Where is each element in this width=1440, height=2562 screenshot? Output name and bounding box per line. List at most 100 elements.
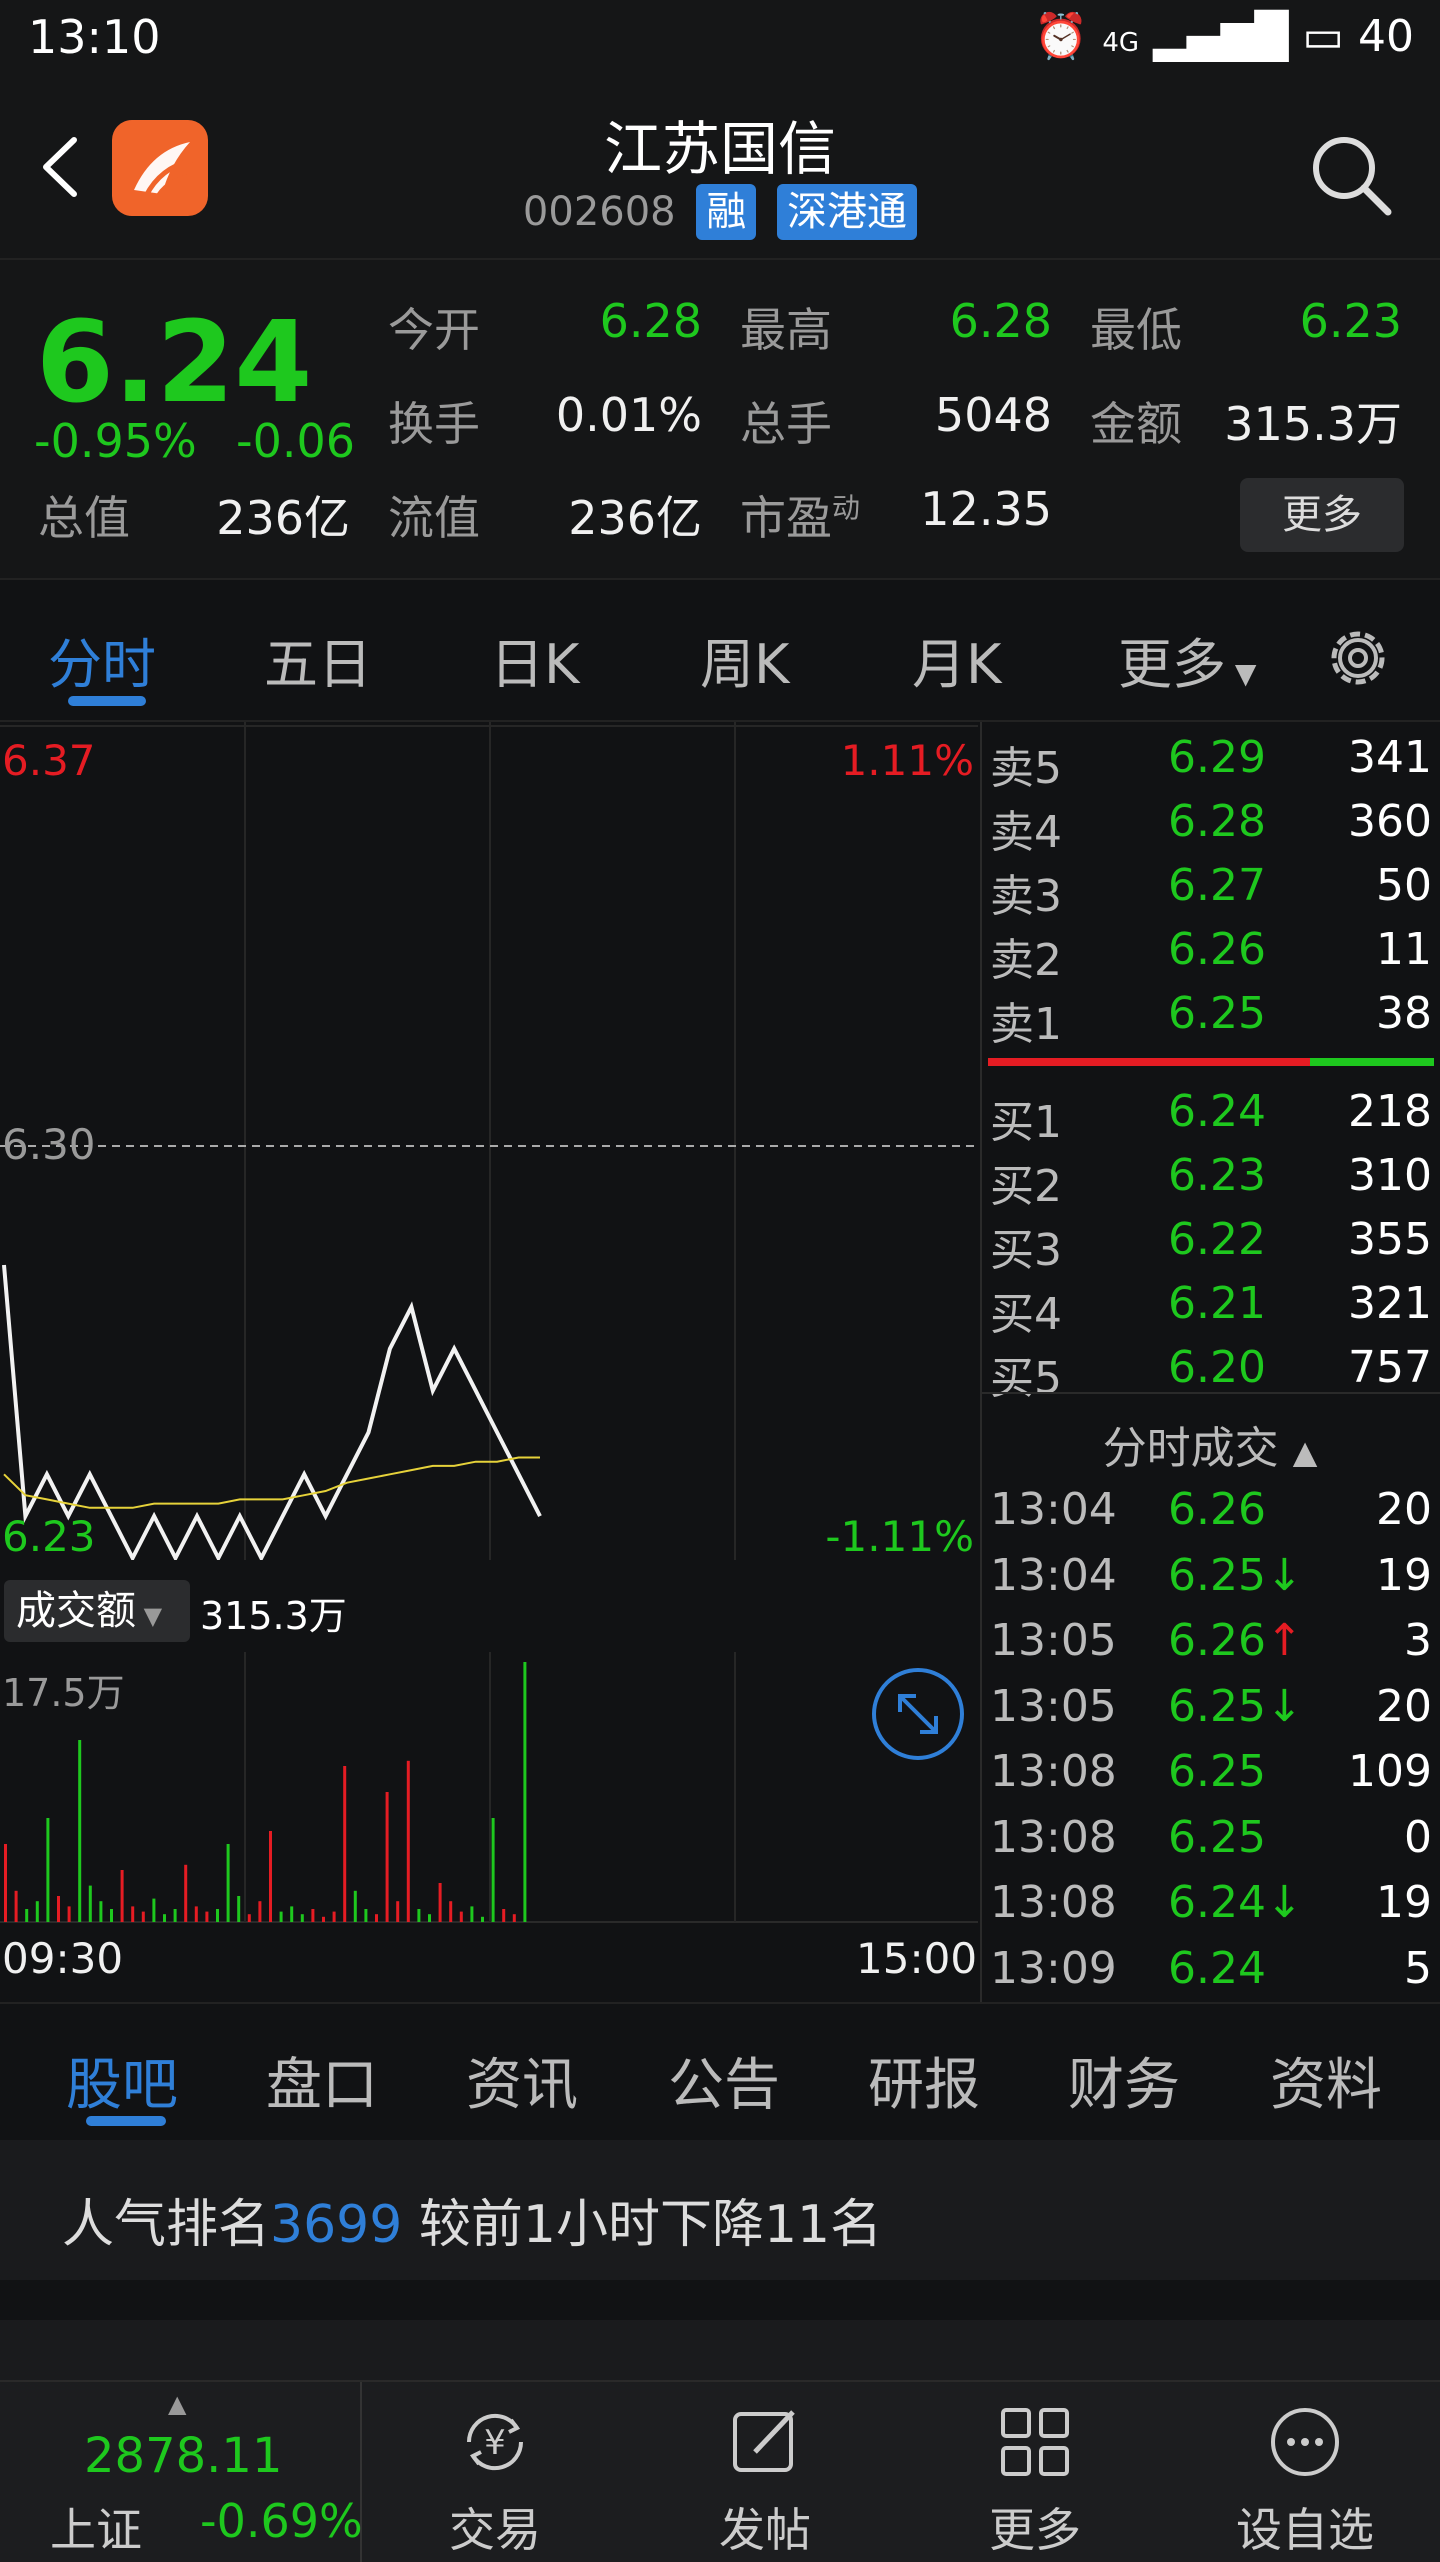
tab-profile[interactable]: 资料 xyxy=(1270,2040,1382,2121)
tab-more-label: 更多 xyxy=(1118,633,1226,696)
nav-add-watchlist-label: 设自选 xyxy=(1236,2503,1374,2557)
volume-bar xyxy=(300,1914,304,1922)
bid-row[interactable]: 买2 6.23 310 xyxy=(980,1150,1440,1212)
more-dots-icon xyxy=(1271,2408,1339,2476)
volume-bar xyxy=(25,1909,29,1922)
tab-daily-k[interactable]: 日K xyxy=(490,620,579,699)
gear-icon[interactable] xyxy=(1320,620,1396,696)
tab-announcements[interactable]: 公告 xyxy=(668,2040,780,2121)
index-value: 2878.11 xyxy=(84,2428,283,2484)
trade-price-value: 6.24 xyxy=(1168,1877,1266,1928)
network-label: 4G xyxy=(1102,28,1140,58)
bid-price: 6.21 xyxy=(1168,1278,1266,1329)
change-amount: -0.06 xyxy=(236,414,356,468)
expand-icon[interactable] xyxy=(870,1666,966,1762)
volume-bar xyxy=(428,1914,431,1922)
tab-weekly-k[interactable]: 周K xyxy=(700,620,789,699)
popularity-rank[interactable]: 人气排名3699 较前1小时下降11名 xyxy=(0,2140,1440,2280)
bid-row[interactable]: 买5 6.20 757 xyxy=(980,1342,1440,1404)
trade-volume: 19 xyxy=(1376,1877,1432,1928)
volume-bar xyxy=(322,1916,325,1922)
tab-intraday[interactable]: 分时 xyxy=(48,620,156,699)
intraday-chart[interactable]: 6.37 1.11% 6.30 6.23 -1.11% xyxy=(0,722,978,1919)
book-split-bar xyxy=(988,1058,1434,1066)
time-end-label: 15:00 xyxy=(856,1934,978,1983)
volume-max-label: 17.5万 xyxy=(2,1671,125,1715)
volume-bar xyxy=(523,1662,527,1922)
trade-price: 6.24 xyxy=(1168,1943,1266,1994)
trade-price-value: 6.25 xyxy=(1168,1549,1266,1601)
caret-up-icon: ▲ xyxy=(1292,1433,1318,1471)
nav-more-label: 更多 xyxy=(989,2503,1081,2557)
volume-bar xyxy=(57,1896,60,1922)
nav-more[interactable]: 更多 xyxy=(900,2382,1170,2562)
volume-bar xyxy=(173,1909,177,1922)
tab-monthly-k[interactable]: 月K xyxy=(912,620,1001,699)
ask-label: 卖2 xyxy=(990,935,1062,986)
tab-finance[interactable]: 财务 xyxy=(1068,2040,1180,2121)
tab-research[interactable]: 研报 xyxy=(868,2040,980,2121)
trade-row: 13:08 6.24↓ 19 xyxy=(980,1877,1440,1939)
search-icon[interactable] xyxy=(1306,130,1396,220)
caret-down-icon: ▼ xyxy=(136,1602,163,1630)
ask-row[interactable]: 卖4 6.28 360 xyxy=(980,796,1440,858)
trades-title[interactable]: 分时成交 ▲ xyxy=(980,1412,1440,1476)
volume-bar xyxy=(459,1911,463,1922)
ask-row[interactable]: 卖3 6.27 50 xyxy=(980,860,1440,922)
nav-add-watchlist[interactable]: 设自选 xyxy=(1170,2382,1440,2562)
trade-price: 6.25↓ xyxy=(1168,1550,1303,1601)
index-quote[interactable]: ▲ 2878.11 上证 -0.69% xyxy=(0,2382,363,2562)
trade-row: 13:09 6.24 5 xyxy=(980,1943,1440,2005)
trade-volume: 3 xyxy=(1404,1615,1432,1666)
ask-row[interactable]: 卖5 6.29 341 xyxy=(980,732,1440,794)
nav-post[interactable]: 发帖 xyxy=(630,2382,900,2562)
tab-five-day[interactable]: 五日 xyxy=(264,620,372,699)
tab-quotes[interactable]: 盘口 xyxy=(266,2040,378,2121)
volume-bar xyxy=(46,1818,50,1922)
high-value: 6.28 xyxy=(949,294,1052,348)
volume-value: 5048 xyxy=(934,388,1052,442)
edit-icon xyxy=(733,2410,795,2472)
more-quote-button[interactable]: 更多 xyxy=(1240,478,1404,552)
volume-bar xyxy=(269,1831,272,1922)
trade-icon: ¥ xyxy=(466,2413,524,2471)
volume-bar xyxy=(311,1909,315,1922)
nav-trade[interactable]: ¥ 交易 xyxy=(360,2382,630,2562)
battery-icon: ▭ xyxy=(1302,11,1344,62)
bid-row[interactable]: 买3 6.22 355 xyxy=(980,1214,1440,1276)
tab-forum[interactable]: 股吧 xyxy=(66,2040,178,2121)
info-tab-underline xyxy=(86,2116,166,2126)
bid-row[interactable]: 买4 6.21 321 xyxy=(980,1278,1440,1340)
volume-bar xyxy=(332,1911,336,1922)
volume-bar xyxy=(120,1870,124,1922)
tab-news[interactable]: 资讯 xyxy=(466,2040,578,2121)
tab-more[interactable]: 更多 ▼ xyxy=(1118,620,1256,699)
trade-price-value: 6.25 xyxy=(1168,1746,1266,1797)
pe-value: 12.35 xyxy=(920,482,1052,536)
volume-bar xyxy=(4,1844,7,1922)
volume-bar xyxy=(375,1914,378,1922)
ask-row[interactable]: 卖2 6.26 11 xyxy=(980,924,1440,986)
volume-bar xyxy=(247,1914,251,1922)
trade-time: 13:08 xyxy=(990,1746,1117,1797)
ask-volume: 50 xyxy=(1376,860,1432,911)
ask-row[interactable]: 卖1 6.25 38 xyxy=(980,988,1440,1050)
volume-bar xyxy=(216,1909,219,1922)
volume-bar xyxy=(152,1898,156,1922)
rank-text: 人气排名3699 较前1小时下降11名 xyxy=(62,2182,882,2257)
bid-volume: 310 xyxy=(1348,1150,1432,1201)
volume-type-dropdown[interactable]: 成交额 ▼ xyxy=(4,1580,190,1642)
bid-strength-bar xyxy=(1310,1058,1434,1066)
status-time: 13:10 xyxy=(28,10,161,64)
volume-bar xyxy=(502,1909,506,1922)
open-label: 今开 xyxy=(388,303,480,357)
trade-price-value: 6.26 xyxy=(1168,1615,1266,1666)
trade-row: 13:08 6.25 0 xyxy=(980,1812,1440,1874)
volume-bar xyxy=(279,1911,283,1922)
section-gap xyxy=(0,2280,1440,2320)
tab-underline xyxy=(68,696,146,706)
bid-row[interactable]: 买1 6.24 218 xyxy=(980,1086,1440,1148)
float-value: 236亿 xyxy=(568,491,702,545)
pe-dynamic-mark: 动 xyxy=(832,491,861,525)
trade-volume: 19 xyxy=(1376,1549,1432,1601)
